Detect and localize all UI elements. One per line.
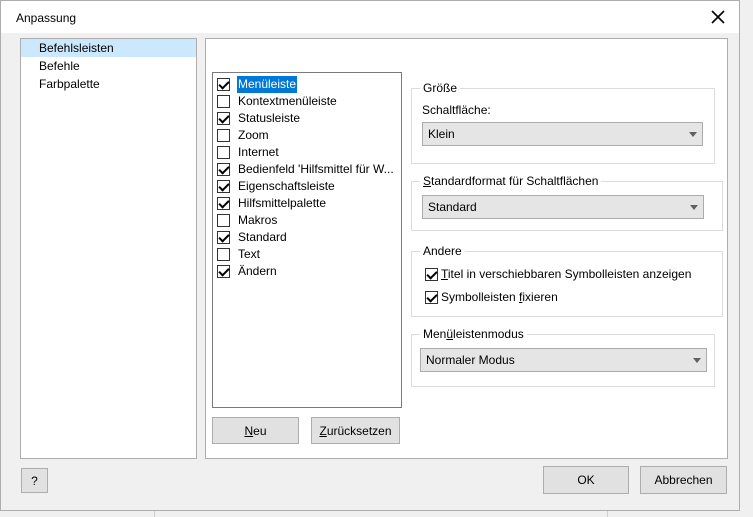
toolbar-item-hilfsmittelpalette[interactable]: Hilfsmittelpalette <box>213 195 401 212</box>
checkbox[interactable] <box>217 265 230 278</box>
button-format-select[interactable]: Standard <box>422 195 704 219</box>
nav-item-farbpalette[interactable]: Farbpalette <box>21 75 196 93</box>
toolbar-item-label: Bedienfeld 'Hilfsmittel für W... <box>238 162 394 176</box>
chevron-down-icon <box>693 358 701 363</box>
cancel-button[interactable]: Abbrechen <box>640 466 727 494</box>
checkbox[interactable] <box>217 146 230 159</box>
size-group: Größe Schaltfläche: Klein <box>411 81 715 164</box>
lock-toolbars-label: Symbolleisten fixieren <box>441 290 558 304</box>
other-group: Andere Titel in verschiebbaren Symbollei… <box>411 244 723 317</box>
toolbar-item-label: Zoom <box>238 128 269 142</box>
category-nav: Befehlsleisten Befehle Farbpalette <box>20 38 197 459</box>
chevron-down-icon <box>690 205 698 210</box>
show-title-label: Titel in verschiebbaren Symbolleisten an… <box>441 267 692 281</box>
toolbar-item-label: Menüleiste <box>237 76 298 93</box>
toolbar-item-internet[interactable]: Internet <box>213 144 401 161</box>
toolbar-item-menueleiste[interactable]: Menüleiste <box>213 76 401 93</box>
checkbox[interactable] <box>217 248 230 261</box>
toolbars-panel: Menüleiste Kontextmenüleiste Statusleist… <box>205 38 728 459</box>
title-bar: Anpassung <box>1 1 739 33</box>
menu-mode-group-title: Menüleistenmodus <box>420 327 527 341</box>
nav-item-label: Farbpalette <box>39 77 100 91</box>
toolbar-item-kontextmenueleiste[interactable]: Kontextmenüleiste <box>213 93 401 110</box>
close-icon <box>711 10 725 24</box>
other-group-title: Andere <box>420 244 465 258</box>
chevron-down-icon <box>689 132 697 137</box>
checkbox[interactable] <box>217 95 230 108</box>
checkbox[interactable] <box>217 214 230 227</box>
toolbar-item-makros[interactable]: Makros <box>213 212 401 229</box>
nav-item-befehle[interactable]: Befehle <box>21 57 196 75</box>
nav-item-befehlsleisten[interactable]: Befehlsleisten <box>21 39 196 57</box>
button-format-group-title: Standardformat für Schaltflächen <box>420 174 602 188</box>
new-button-label: Neu <box>244 423 267 438</box>
help-button[interactable]: ? <box>21 468 48 493</box>
background-divider-bottom-right <box>607 511 608 517</box>
toolbar-item-label: Eigenschaftsleiste <box>238 179 335 193</box>
toolbar-item-label: Kontextmenüleiste <box>238 94 337 108</box>
size-group-title: Größe <box>420 81 461 95</box>
checkbox[interactable] <box>425 268 438 281</box>
toolbar-item-label: Ändern <box>238 264 277 278</box>
checkbox[interactable] <box>217 78 230 91</box>
toolbar-item-eigenschaftsleiste[interactable]: Eigenschaftsleiste <box>213 178 401 195</box>
help-button-label: ? <box>31 473 38 488</box>
menu-mode-group: Menüleistenmodus Normaler Modus <box>411 327 715 387</box>
customize-dialog: Anpassung Befehlsleisten Befehle Farbpal… <box>0 0 740 511</box>
reset-button[interactable]: Zurücksetzen <box>311 417 400 444</box>
ok-button-label: OK <box>577 473 595 487</box>
cancel-button-label: Abbrechen <box>654 473 713 487</box>
toolbar-item-bedienfeld[interactable]: Bedienfeld 'Hilfsmittel für W... <box>213 161 401 178</box>
dialog-title: Anpassung <box>16 11 77 25</box>
checkbox[interactable] <box>425 291 438 304</box>
toolbar-item-label: Text <box>238 247 261 261</box>
reset-button-label: Zurücksetzen <box>319 423 392 438</box>
toolbar-item-standard[interactable]: Standard <box>213 229 401 246</box>
toolbar-item-statusleiste[interactable]: Statusleiste <box>213 110 401 127</box>
toolbar-item-text[interactable]: Text <box>213 246 401 263</box>
toolbar-item-label: Standard <box>238 230 287 244</box>
menu-mode-select[interactable]: Normaler Modus <box>420 348 707 372</box>
toolbar-item-label: Hilfsmittelpalette <box>238 196 327 210</box>
toolbar-item-aendern[interactable]: Ändern <box>213 263 401 280</box>
nav-item-label: Befehlsleisten <box>39 41 114 55</box>
ok-button[interactable]: OK <box>543 466 629 494</box>
button-size-value: Klein <box>428 127 455 141</box>
toolbar-item-label: Internet <box>238 145 279 159</box>
nav-item-label: Befehle <box>39 59 80 73</box>
checkbox[interactable] <box>217 231 230 244</box>
checkbox[interactable] <box>217 163 230 176</box>
button-size-label: Schaltfläche: <box>422 103 491 117</box>
button-format-value: Standard <box>428 200 477 214</box>
checkbox[interactable] <box>217 180 230 193</box>
toolbar-list: Menüleiste Kontextmenüleiste Statusleist… <box>212 72 402 408</box>
menu-mode-value: Normaler Modus <box>426 353 515 367</box>
checkbox[interactable] <box>217 197 230 210</box>
toolbar-item-label: Makros <box>238 213 278 227</box>
toolbar-item-zoom[interactable]: Zoom <box>213 127 401 144</box>
checkbox[interactable] <box>217 129 230 142</box>
close-button[interactable] <box>701 3 735 31</box>
button-size-select[interactable]: Klein <box>422 122 703 146</box>
background-divider-bottom-left <box>154 511 155 517</box>
checkbox[interactable] <box>217 112 230 125</box>
toolbar-item-label: Statusleiste <box>238 111 301 125</box>
new-button[interactable]: Neu <box>212 417 299 444</box>
button-format-group: Standardformat für Schaltflächen Standar… <box>411 174 723 231</box>
